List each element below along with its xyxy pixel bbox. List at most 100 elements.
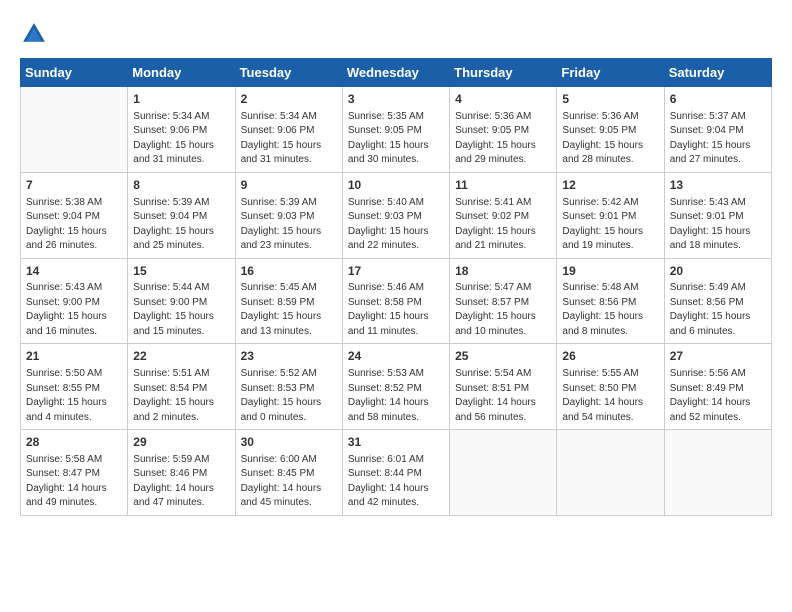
day-info: Sunrise: 5:42 AM Sunset: 9:01 PM Dayligh… xyxy=(562,196,658,254)
weekday-header-thursday: Thursday xyxy=(450,59,557,87)
day-info: Sunrise: 5:41 AM Sunset: 9:02 PM Dayligh… xyxy=(455,196,551,254)
calendar-cell: 21 Sunrise: 5:50 AM Sunset: 8:55 PM Dayli… xyxy=(21,344,128,430)
day-number: 9 xyxy=(241,177,337,194)
day-info: Sunrise: 5:43 AM Sunset: 9:00 PM Dayligh… xyxy=(26,281,122,339)
calendar-cell: 9 Sunrise: 5:39 AM Sunset: 9:03 PM Daylig… xyxy=(235,172,342,258)
day-info: Sunrise: 5:48 AM Sunset: 8:56 PM Dayligh… xyxy=(562,281,658,339)
day-info: Sunrise: 5:55 AM Sunset: 8:50 PM Dayligh… xyxy=(562,367,658,425)
day-info: Sunrise: 5:43 AM Sunset: 9:01 PM Dayligh… xyxy=(670,196,766,254)
day-number: 10 xyxy=(348,177,444,194)
day-number: 8 xyxy=(133,177,229,194)
day-number: 25 xyxy=(455,348,551,365)
day-info: Sunrise: 5:35 AM Sunset: 9:05 PM Dayligh… xyxy=(348,110,444,168)
calendar-cell: 20Sunrise: 5:49 AM Sunset: 8:56 PM Dayli… xyxy=(664,258,771,344)
day-number: 22 xyxy=(133,348,229,365)
day-number: 23 xyxy=(241,348,337,365)
day-info: Sunrise: 5:58 AM Sunset: 8:47 PM Dayligh… xyxy=(26,453,122,511)
calendar-cell: 24Sunrise: 5:53 AM Sunset: 8:52 PM Dayli… xyxy=(342,344,449,430)
calendar-cell: 22 Sunrise: 5:51 AM Sunset: 8:54 PM Dayli… xyxy=(128,344,235,430)
day-info: Sunrise: 5:44 AM Sunset: 9:00 PM Dayligh… xyxy=(133,281,229,339)
day-number: 17 xyxy=(348,263,444,280)
day-number: 13 xyxy=(670,177,766,194)
page: SundayMondayTuesdayWednesdayThursdayFrid… xyxy=(0,0,792,526)
day-info: Sunrise: 5:50 AM Sunset: 8:55 PM Dayligh… xyxy=(26,367,122,425)
day-number: 29 xyxy=(133,434,229,451)
day-number: 6 xyxy=(670,91,766,108)
day-number: 15 xyxy=(133,263,229,280)
weekday-header-tuesday: Tuesday xyxy=(235,59,342,87)
calendar-cell: 18Sunrise: 5:47 AM Sunset: 8:57 PM Dayli… xyxy=(450,258,557,344)
logo-icon xyxy=(20,20,48,48)
calendar-cell: 30Sunrise: 6:00 AM Sunset: 8:45 PM Dayli… xyxy=(235,430,342,516)
logo xyxy=(20,20,52,48)
header xyxy=(20,20,772,48)
weekday-header-monday: Monday xyxy=(128,59,235,87)
day-info: Sunrise: 5:45 AM Sunset: 8:59 PM Dayligh… xyxy=(241,281,337,339)
day-info: Sunrise: 5:37 AM Sunset: 9:04 PM Dayligh… xyxy=(670,110,766,168)
calendar-cell: 8Sunrise: 5:39 AM Sunset: 9:04 PM Daylig… xyxy=(128,172,235,258)
day-number: 7 xyxy=(26,177,122,194)
calendar-week-1: 1 Sunrise: 5:34 AM Sunset: 9:06 PM Daylig… xyxy=(21,87,772,173)
day-number: 27 xyxy=(670,348,766,365)
day-info: Sunrise: 5:36 AM Sunset: 9:05 PM Dayligh… xyxy=(562,110,658,168)
day-info: Sunrise: 5:34 AM Sunset: 9:06 PM Dayligh… xyxy=(241,110,337,168)
calendar-week-2: 7 Sunrise: 5:38 AM Sunset: 9:04 PM Daylig… xyxy=(21,172,772,258)
calendar-cell: 23 Sunrise: 5:52 AM Sunset: 8:53 PM Dayli… xyxy=(235,344,342,430)
day-number: 12 xyxy=(562,177,658,194)
calendar-cell: 3 Sunrise: 5:35 AM Sunset: 9:05 PM Daylig… xyxy=(342,87,449,173)
day-number: 19 xyxy=(562,263,658,280)
calendar-cell: 4 Sunrise: 5:36 AM Sunset: 9:05 PM Daylig… xyxy=(450,87,557,173)
calendar-cell: 19Sunrise: 5:48 AM Sunset: 8:56 PM Dayli… xyxy=(557,258,664,344)
calendar-cell xyxy=(664,430,771,516)
day-number: 28 xyxy=(26,434,122,451)
day-number: 18 xyxy=(455,263,551,280)
day-info: Sunrise: 5:38 AM Sunset: 9:04 PM Dayligh… xyxy=(26,196,122,254)
calendar-cell: 15Sunrise: 5:44 AM Sunset: 9:00 PM Dayli… xyxy=(128,258,235,344)
calendar-cell: 2 Sunrise: 5:34 AM Sunset: 9:06 PM Daylig… xyxy=(235,87,342,173)
calendar-cell: 25 Sunrise: 5:54 AM Sunset: 8:51 PM Dayli… xyxy=(450,344,557,430)
day-number: 3 xyxy=(348,91,444,108)
day-number: 31 xyxy=(348,434,444,451)
day-number: 1 xyxy=(133,91,229,108)
weekday-header-friday: Friday xyxy=(557,59,664,87)
calendar-cell: 17Sunrise: 5:46 AM Sunset: 8:58 PM Dayli… xyxy=(342,258,449,344)
day-info: Sunrise: 5:47 AM Sunset: 8:57 PM Dayligh… xyxy=(455,281,551,339)
calendar-cell: 16Sunrise: 5:45 AM Sunset: 8:59 PM Dayli… xyxy=(235,258,342,344)
weekday-header-wednesday: Wednesday xyxy=(342,59,449,87)
calendar-cell xyxy=(21,87,128,173)
calendar-cell: 14Sunrise: 5:43 AM Sunset: 9:00 PM Dayli… xyxy=(21,258,128,344)
day-number: 20 xyxy=(670,263,766,280)
calendar-week-3: 14Sunrise: 5:43 AM Sunset: 9:00 PM Dayli… xyxy=(21,258,772,344)
calendar-cell xyxy=(557,430,664,516)
calendar-cell: 7 Sunrise: 5:38 AM Sunset: 9:04 PM Daylig… xyxy=(21,172,128,258)
calendar-cell: 27 Sunrise: 5:56 AM Sunset: 8:49 PM Dayli… xyxy=(664,344,771,430)
day-info: Sunrise: 5:54 AM Sunset: 8:51 PM Dayligh… xyxy=(455,367,551,425)
day-info: Sunrise: 5:39 AM Sunset: 9:03 PM Dayligh… xyxy=(241,196,337,254)
calendar-cell: 26Sunrise: 5:55 AM Sunset: 8:50 PM Dayli… xyxy=(557,344,664,430)
calendar-cell: 31 Sunrise: 6:01 AM Sunset: 8:44 PM Dayli… xyxy=(342,430,449,516)
weekday-header-sunday: Sunday xyxy=(21,59,128,87)
calendar-cell: 12 Sunrise: 5:42 AM Sunset: 9:01 PM Dayli… xyxy=(557,172,664,258)
day-number: 30 xyxy=(241,434,337,451)
weekday-header-saturday: Saturday xyxy=(664,59,771,87)
day-number: 2 xyxy=(241,91,337,108)
day-info: Sunrise: 5:36 AM Sunset: 9:05 PM Dayligh… xyxy=(455,110,551,168)
calendar-table: SundayMondayTuesdayWednesdayThursdayFrid… xyxy=(20,58,772,516)
day-info: Sunrise: 5:53 AM Sunset: 8:52 PM Dayligh… xyxy=(348,367,444,425)
calendar-cell: 5Sunrise: 5:36 AM Sunset: 9:05 PM Daylig… xyxy=(557,87,664,173)
weekday-header-row: SundayMondayTuesdayWednesdayThursdayFrid… xyxy=(21,59,772,87)
calendar-cell: 6 Sunrise: 5:37 AM Sunset: 9:04 PM Daylig… xyxy=(664,87,771,173)
day-info: Sunrise: 5:52 AM Sunset: 8:53 PM Dayligh… xyxy=(241,367,337,425)
calendar-week-5: 28 Sunrise: 5:58 AM Sunset: 8:47 PM Dayli… xyxy=(21,430,772,516)
day-number: 4 xyxy=(455,91,551,108)
day-info: Sunrise: 5:56 AM Sunset: 8:49 PM Dayligh… xyxy=(670,367,766,425)
day-number: 21 xyxy=(26,348,122,365)
calendar-cell: 29Sunrise: 5:59 AM Sunset: 8:46 PM Dayli… xyxy=(128,430,235,516)
calendar-cell: 1Sunrise: 5:34 AM Sunset: 9:06 PM Daylig… xyxy=(128,87,235,173)
day-info: Sunrise: 5:51 AM Sunset: 8:54 PM Dayligh… xyxy=(133,367,229,425)
day-info: Sunrise: 5:46 AM Sunset: 8:58 PM Dayligh… xyxy=(348,281,444,339)
day-info: Sunrise: 6:01 AM Sunset: 8:44 PM Dayligh… xyxy=(348,453,444,511)
calendar-cell: 28 Sunrise: 5:58 AM Sunset: 8:47 PM Dayli… xyxy=(21,430,128,516)
day-info: Sunrise: 5:49 AM Sunset: 8:56 PM Dayligh… xyxy=(670,281,766,339)
day-info: Sunrise: 5:40 AM Sunset: 9:03 PM Dayligh… xyxy=(348,196,444,254)
